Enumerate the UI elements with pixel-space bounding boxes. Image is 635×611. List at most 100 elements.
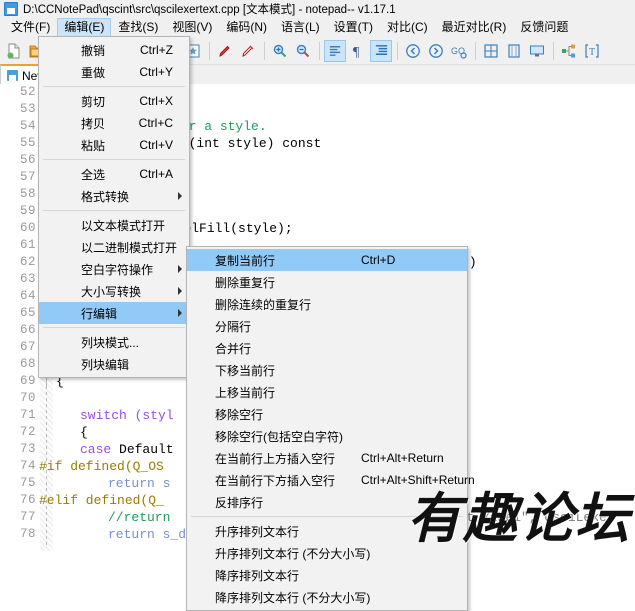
word-wrap-icon[interactable] xyxy=(324,39,346,62)
menu-bar[interactable]: 文件(F) 编辑(E) 查找(S) 视图(V) 编码(N) 语言(L) 设置(T… xyxy=(0,18,635,37)
menu-item-label: 反排序行 xyxy=(215,495,264,510)
column-icon[interactable] xyxy=(503,40,525,62)
menu-item-shortcut: Ctrl+X xyxy=(139,94,173,108)
zoom-in-icon[interactable] xyxy=(269,40,291,62)
code-line-73: case Default xyxy=(80,441,174,458)
menu-item-select-all[interactable]: 全选 Ctrl+A xyxy=(39,163,189,185)
show-whitespace-icon[interactable]: ¶ xyxy=(347,40,369,62)
submenu-item-remove-duplicate-lines[interactable]: 删除重复行 xyxy=(187,271,467,293)
menu-separator xyxy=(43,86,185,87)
chevron-right-icon xyxy=(178,287,182,295)
menu-item-label: 行编辑 xyxy=(81,306,118,321)
edit-dropdown-menu[interactable]: 撤销 Ctrl+Z 重做 Ctrl+Y 剪切 Ctrl+X 拷贝 Ctrl+C … xyxy=(38,36,190,378)
menu-item-open-text-mode[interactable]: 以文本模式打开 xyxy=(39,214,189,236)
line-number: 64 xyxy=(19,289,36,303)
line-number: 53 xyxy=(19,102,36,116)
line-number: 57 xyxy=(19,170,36,184)
line-number: 69 xyxy=(19,374,36,388)
menu-item-whitespace-ops[interactable]: 空白字符操作 xyxy=(39,258,189,280)
menu-item-label: 空白字符操作 xyxy=(81,262,154,277)
new-file-icon[interactable] xyxy=(3,40,25,62)
submenu-item-insert-line-above[interactable]: 在当前行上方插入空行 Ctrl+Alt+Return xyxy=(187,447,467,469)
zoom-out-icon[interactable] xyxy=(292,40,314,62)
submenu-item-remove-empty-lines-ws[interactable]: 移除空行(包括空白字符) xyxy=(187,425,467,447)
menubar-item-edit[interactable]: 编辑(E) xyxy=(57,18,112,37)
toolbar-separator xyxy=(397,41,398,60)
menu-item-label: 上移当前行 xyxy=(215,385,276,400)
monitor-icon[interactable] xyxy=(526,40,548,62)
menu-item-shortcut: Ctrl+A xyxy=(139,167,173,181)
grid-icon[interactable] xyxy=(480,40,502,62)
toolbar-separator xyxy=(264,41,265,60)
chevron-right-icon xyxy=(178,265,182,273)
code-line-77: //return xyxy=(108,510,171,525)
line-number: 55 xyxy=(19,136,36,150)
submenu-item-duplicate-line[interactable]: 复制当前行 Ctrl+D xyxy=(187,249,467,271)
line-number: 56 xyxy=(19,153,36,167)
svg-text:GO: GO xyxy=(451,46,465,56)
menu-item-label: 降序排列文本行 xyxy=(215,568,300,583)
submenu-item-insert-line-below[interactable]: 在当前行下方插入空行 Ctrl+Alt+Shift+Return xyxy=(187,469,475,491)
text-mode-icon[interactable]: T xyxy=(581,40,603,62)
indent-guide-icon[interactable] xyxy=(370,39,392,62)
menubar-item-view[interactable]: 视图(V) xyxy=(165,18,219,37)
menu-item-format-convert[interactable]: 格式转换 xyxy=(39,185,189,207)
submenu-item-remove-empty-lines[interactable]: 移除空行 xyxy=(187,403,467,425)
line-number: 68 xyxy=(19,357,36,371)
menu-item-redo[interactable]: 重做 Ctrl+Y xyxy=(39,61,189,83)
menubar-item-language[interactable]: 语言(L) xyxy=(274,18,327,37)
line-number: 72 xyxy=(19,425,36,439)
menubar-item-feedback[interactable]: 反馈问题 xyxy=(513,18,575,37)
menu-item-cut[interactable]: 剪切 Ctrl+X xyxy=(39,90,189,112)
menu-item-paste[interactable]: 粘贴 Ctrl+V xyxy=(39,134,189,156)
menubar-item-recent-compare[interactable]: 最近对比(R) xyxy=(435,18,514,37)
code-line-71: switch (styl xyxy=(80,408,174,423)
toolbar-separator xyxy=(319,41,320,60)
submenu-item-move-line-up[interactable]: 上移当前行 xyxy=(187,381,467,403)
menu-separator xyxy=(191,516,463,517)
submenu-item-split-lines[interactable]: 分隔行 xyxy=(187,315,467,337)
menu-item-line-edit[interactable]: 行编辑 xyxy=(39,302,189,324)
title-bar: D:\CCNotePad\qscint\src\qscilexertext.cp… xyxy=(0,0,635,18)
submenu-item-sort-desc[interactable]: 降序排列文本行 xyxy=(187,564,467,586)
submenu-item-remove-consecutive-duplicates[interactable]: 删除连续的重复行 xyxy=(187,293,467,315)
line-number: 77 xyxy=(19,510,36,524)
menubar-item-compare[interactable]: 对比(C) xyxy=(380,18,435,37)
menu-item-column-edit[interactable]: 列块编辑 xyxy=(39,353,189,375)
submenu-item-sort-asc-ci[interactable]: 升序排列文本行 (不分大小写) xyxy=(187,542,467,564)
line-number: 54 xyxy=(19,119,36,133)
menu-item-case-convert[interactable]: 大小写转换 xyxy=(39,280,189,302)
menu-item-label: 以二进制模式打开 xyxy=(81,240,178,255)
menu-item-column-mode[interactable]: 列块模式... xyxy=(39,331,189,353)
menubar-item-settings[interactable]: 设置(T) xyxy=(327,18,380,37)
submenu-item-move-line-down[interactable]: 下移当前行 xyxy=(187,359,467,381)
menu-item-shortcut: Ctrl+Alt+Return xyxy=(361,451,444,465)
menu-item-label: 升序排列文本行 xyxy=(215,524,300,539)
menu-item-copy[interactable]: 拷贝 Ctrl+C xyxy=(39,112,189,134)
line-edit-submenu[interactable]: 复制当前行 Ctrl+D 删除重复行 删除连续的重复行 分隔行 合并行 下移当前… xyxy=(186,246,475,611)
hierarchy-icon[interactable] xyxy=(558,40,580,62)
chevron-right-icon xyxy=(178,309,182,317)
menu-item-shortcut: Ctrl+V xyxy=(139,138,173,152)
line-number: 61 xyxy=(19,238,36,252)
menu-item-label: 复制当前行 xyxy=(215,253,276,268)
menu-item-open-binary-mode[interactable]: 以二进制模式打开 xyxy=(39,236,189,258)
submenu-item-sort-desc-ci[interactable]: 降序排列文本行 (不分大小写) xyxy=(187,586,467,608)
submenu-item-join-lines[interactable]: 合并行 xyxy=(187,337,467,359)
prev-icon[interactable] xyxy=(402,40,424,62)
next-icon[interactable] xyxy=(425,40,447,62)
submenu-item-reverse-line-order[interactable]: 反排序行 xyxy=(187,491,467,513)
line-number: 75 xyxy=(19,476,36,490)
goto-line-icon[interactable]: GO xyxy=(448,40,470,62)
mark-icon[interactable] xyxy=(214,40,236,62)
menu-item-label: 升序排列文本行 (不分大小写) xyxy=(215,546,371,561)
submenu-item-sort-asc[interactable]: 升序排列文本行 xyxy=(187,520,467,542)
menu-separator xyxy=(43,327,185,328)
menu-item-label: 大小写转换 xyxy=(81,284,142,299)
clear-mark-icon[interactable] xyxy=(237,40,259,62)
menubar-item-search[interactable]: 查找(S) xyxy=(111,18,165,37)
menu-item-undo[interactable]: 撤销 Ctrl+Z xyxy=(39,39,189,61)
menubar-item-file[interactable]: 文件(F) xyxy=(4,18,57,37)
menubar-item-encoding[interactable]: 编码(N) xyxy=(219,18,274,37)
line-number: 52 xyxy=(19,85,36,99)
